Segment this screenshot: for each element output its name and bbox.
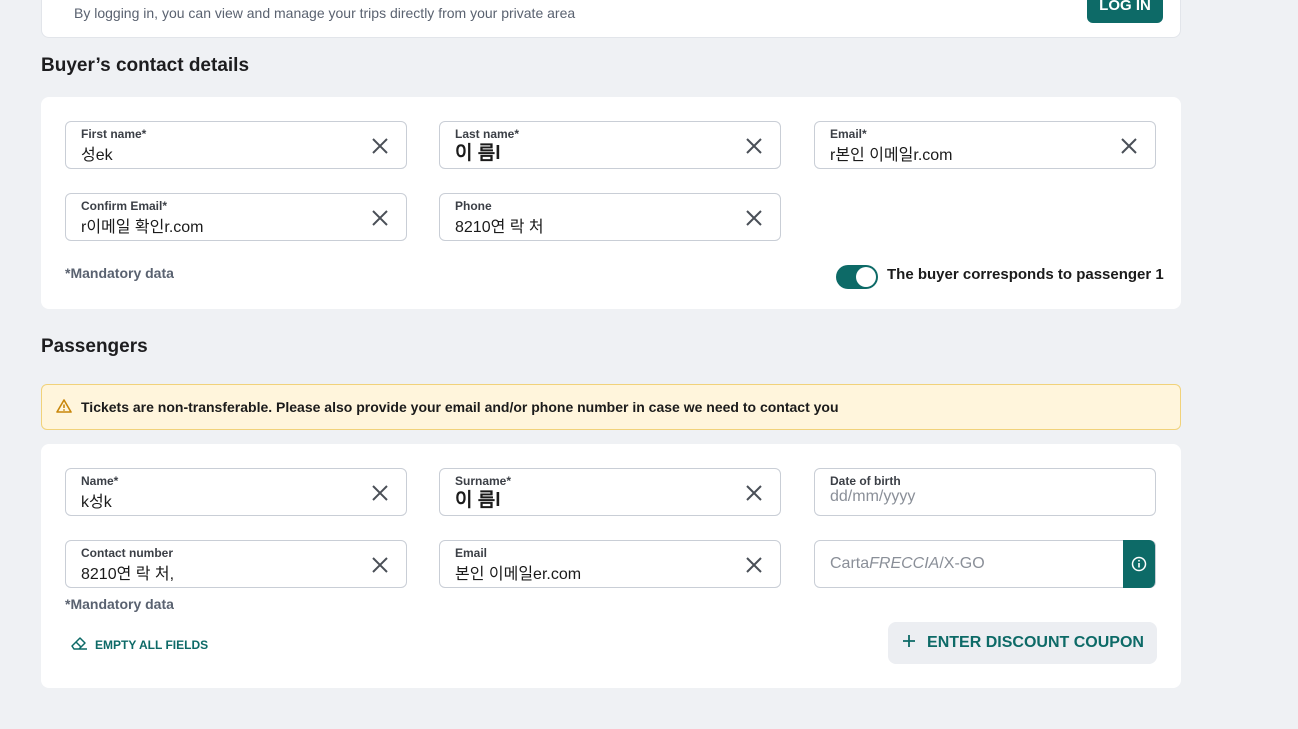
mandatory-note: *Mandatory data xyxy=(65,265,174,281)
empty-all-fields-button[interactable]: EMPTY ALL FIELDS xyxy=(69,633,208,656)
passenger-email-value[interactable]: 본인 이메일er.com xyxy=(455,560,581,584)
carta-suffix: /X-GO xyxy=(939,555,985,572)
dob-label: Date of birth xyxy=(830,474,901,488)
confirm-email-label: Confirm Email* xyxy=(81,199,168,213)
carta-freccia-field[interactable]: CartaFRECCIA/X-GO xyxy=(814,540,1156,588)
clear-icon[interactable] xyxy=(368,134,392,158)
email-field[interactable]: Email* r본인 이메일r.com xyxy=(814,121,1156,169)
transfer-warning-alert: Tickets are non-transferable. Please als… xyxy=(41,384,1181,430)
phone-label: Phone xyxy=(455,199,492,213)
date-of-birth-field[interactable]: Date of birth dd/mm/yyyy xyxy=(814,468,1156,516)
first-name-value[interactable]: 성ek xyxy=(81,141,113,165)
clear-icon[interactable] xyxy=(742,481,766,505)
last-name-value[interactable]: 이 름l xyxy=(455,138,501,165)
phone-field[interactable]: Phone 8210연 락 처 xyxy=(439,193,781,241)
carta-placeholder[interactable]: CartaFRECCIA/X-GO xyxy=(830,555,985,573)
clear-icon[interactable] xyxy=(742,553,766,577)
passenger-name-field[interactable]: Name* k성k xyxy=(65,468,407,516)
passenger-surname-field[interactable]: Surname* 이 름l xyxy=(439,468,781,516)
buyer-section-title: Buyer’s contact details xyxy=(41,55,250,76)
email-label: Email* xyxy=(830,127,867,141)
passenger-email-field[interactable]: Email 본인 이메일er.com xyxy=(439,540,781,588)
passenger-mandatory-note: *Mandatory data xyxy=(65,596,174,612)
warning-icon xyxy=(56,398,72,414)
login-subtitle: By logging in, you can view and manage y… xyxy=(74,5,576,21)
clear-icon[interactable] xyxy=(1117,134,1141,158)
clear-icon[interactable] xyxy=(742,206,766,230)
discount-coupon-button[interactable]: ENTER DISCOUNT COUPON xyxy=(888,622,1157,664)
contact-number-field[interactable]: Contact number 8210연 락 처, xyxy=(65,540,407,588)
confirm-email-field[interactable]: Confirm Email* r이메일 확인r.com xyxy=(65,193,407,241)
phone-value[interactable]: 8210연 락 처 xyxy=(455,213,544,237)
passenger-name-label: Name* xyxy=(81,474,119,488)
carta-brand: FRECCIA xyxy=(869,555,940,572)
confirm-email-value[interactable]: r이메일 확인r.com xyxy=(81,213,204,237)
first-name-label: First name* xyxy=(81,127,147,141)
last-name-field[interactable]: Last name* 이 름l xyxy=(439,121,781,169)
clear-icon[interactable] xyxy=(368,481,392,505)
contact-number-value[interactable]: 8210연 락 처, xyxy=(81,560,174,584)
passenger-surname-value[interactable]: 이 름l xyxy=(455,485,501,512)
clear-icon[interactable] xyxy=(368,553,392,577)
discount-label: ENTER DISCOUNT COUPON xyxy=(927,634,1144,651)
carta-prefix: Carta xyxy=(830,555,870,572)
email-value[interactable]: r본인 이메일r.com xyxy=(830,141,953,165)
empty-all-label: EMPTY ALL FIELDS xyxy=(95,637,209,652)
login-button[interactable]: LOG IN xyxy=(1087,0,1163,23)
toggle-label: The buyer corresponds to passenger 1 xyxy=(887,266,1164,283)
passengers-section-title: Passengers xyxy=(41,336,148,357)
clear-icon[interactable] xyxy=(742,134,766,158)
contact-number-label: Contact number xyxy=(81,546,174,560)
info-icon[interactable] xyxy=(1123,540,1155,588)
passenger-email-label: Email xyxy=(455,546,488,560)
clear-icon[interactable] xyxy=(368,206,392,230)
passenger-name-value[interactable]: k성k xyxy=(81,488,112,512)
buyer-passenger-toggle[interactable] xyxy=(836,265,878,289)
plus-icon xyxy=(901,633,917,654)
toggle-knob xyxy=(856,267,876,287)
first-name-field[interactable]: First name* 성ek xyxy=(65,121,407,169)
alert-text: Tickets are non-transferable. Please als… xyxy=(81,399,839,415)
eraser-icon xyxy=(69,633,89,656)
dob-placeholder[interactable]: dd/mm/yyyy xyxy=(830,488,915,506)
login-card: By logging in, you can view and manage y… xyxy=(41,0,1181,38)
